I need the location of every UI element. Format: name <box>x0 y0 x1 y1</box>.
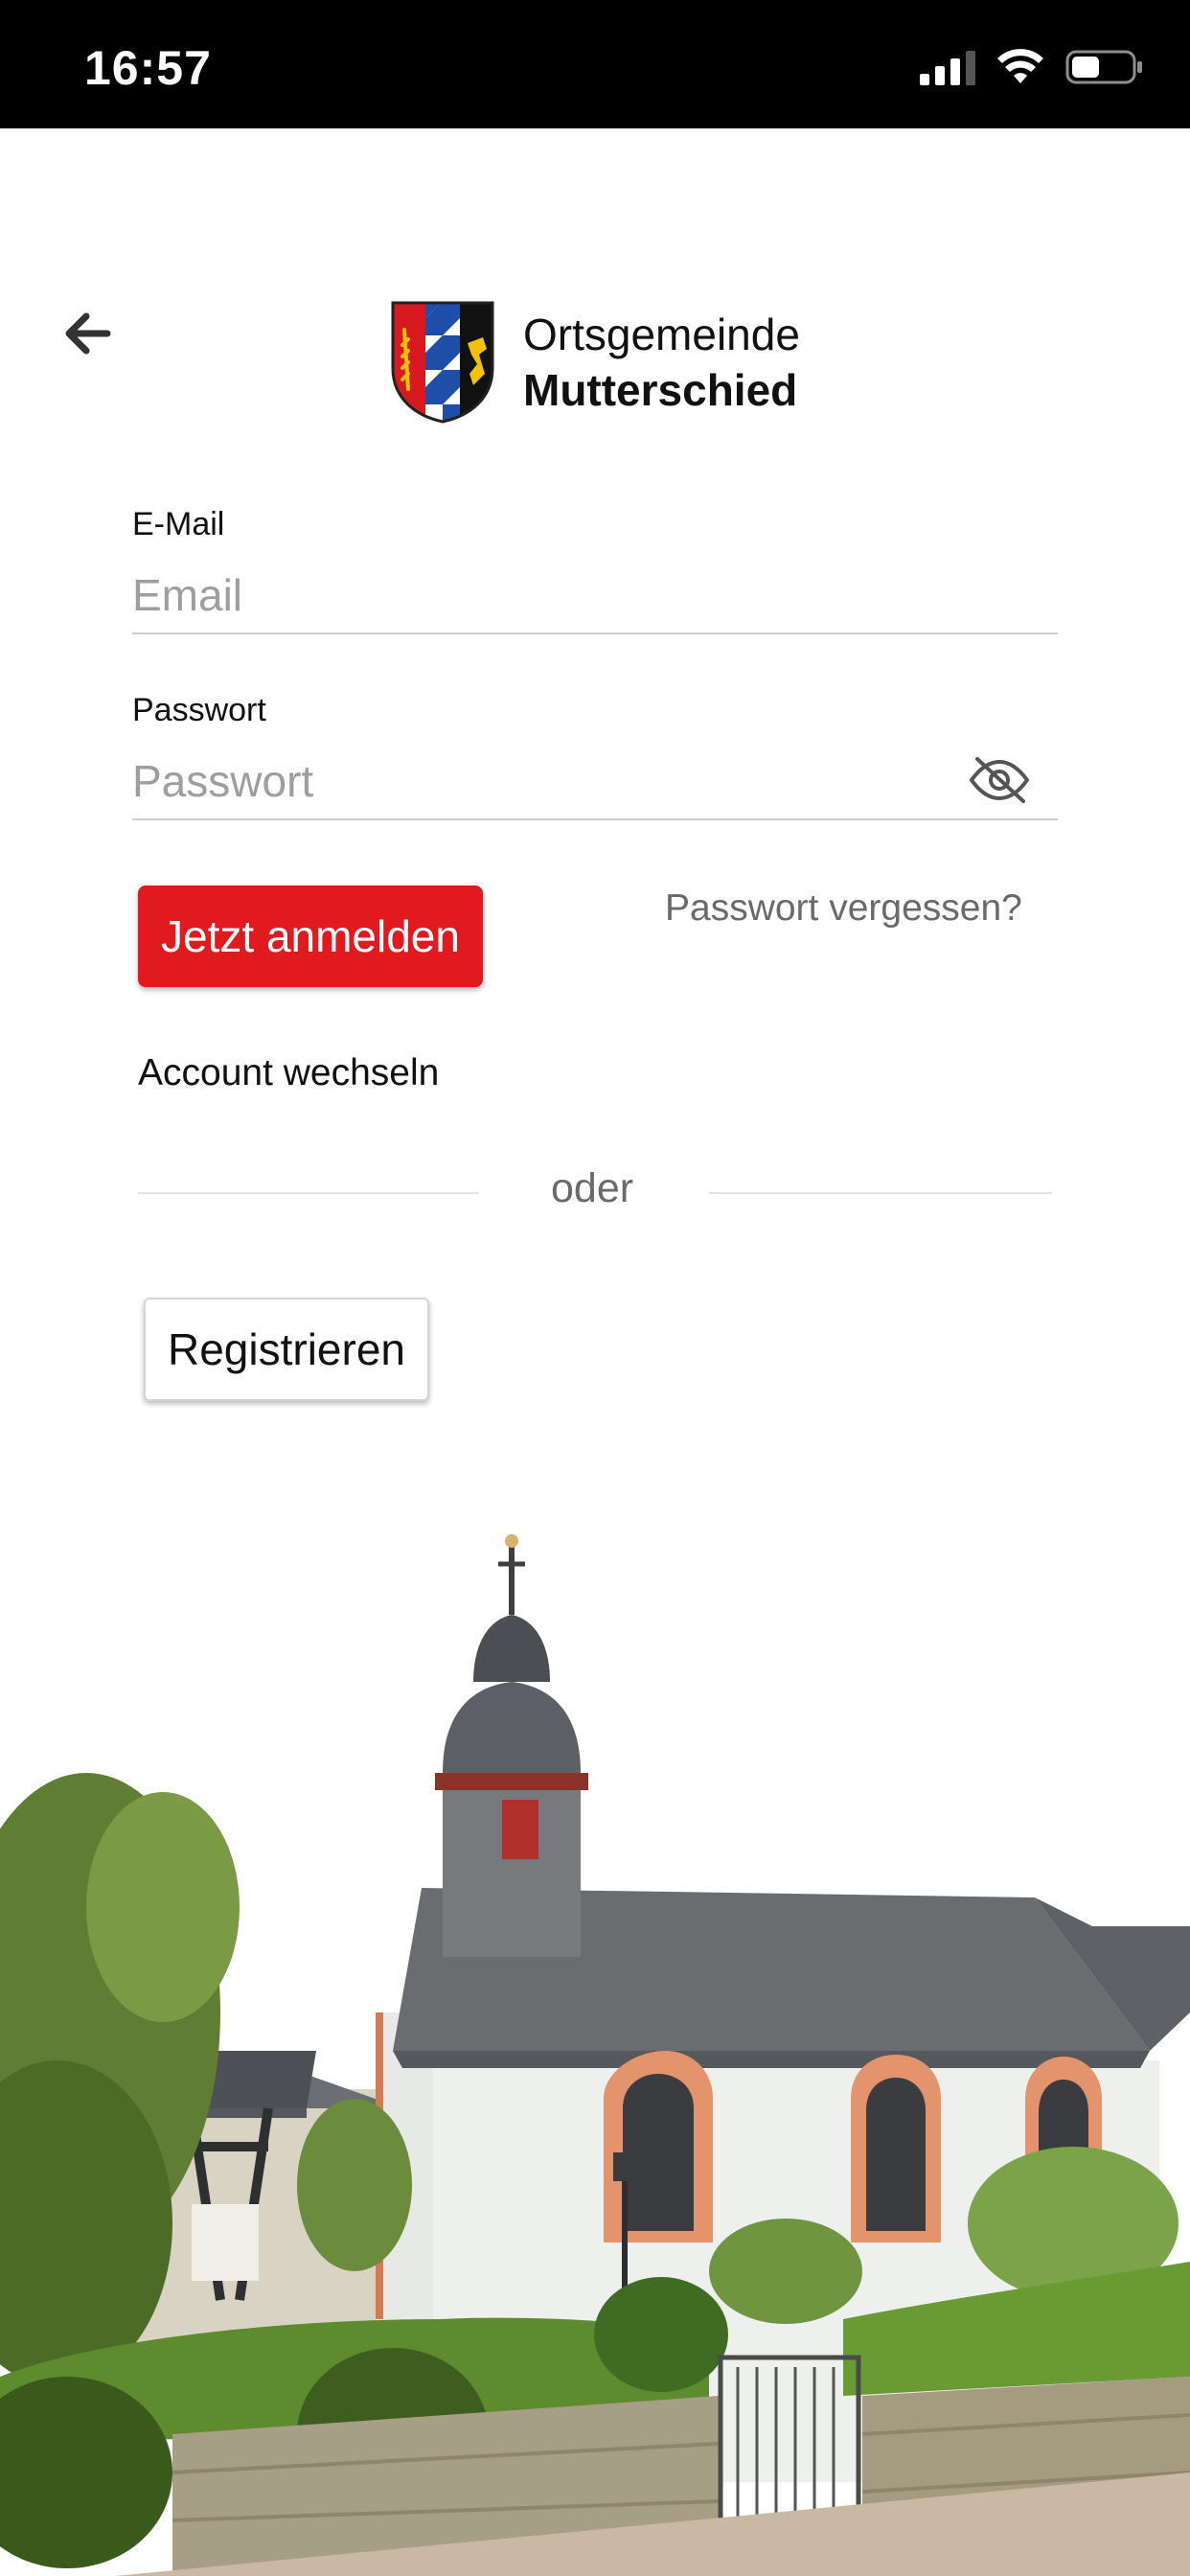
divider-left <box>138 1192 479 1194</box>
switch-account-link[interactable]: Account wechseln <box>138 1052 439 1094</box>
register-button[interactable]: Registrieren <box>144 1298 429 1401</box>
status-icons <box>920 48 1144 86</box>
email-input[interactable] <box>132 558 1058 634</box>
password-label: Passwort <box>132 692 266 728</box>
battery-icon <box>1065 50 1142 84</box>
signal-icon <box>920 49 975 85</box>
coat-of-arms-icon <box>391 301 494 424</box>
divider-text: oder <box>551 1165 634 1211</box>
wifi-icon <box>997 49 1043 83</box>
logo-subtitle: Mutterschied <box>523 365 798 415</box>
forgot-password-link[interactable]: Passwort vergessen? <box>665 887 1022 930</box>
status-bar: 16:57 <box>0 0 1190 128</box>
password-input[interactable] <box>132 744 1058 820</box>
app-logo: Ortsgemeinde Mutterschied <box>391 301 800 424</box>
login-button[interactable]: Jetzt anmelden <box>138 886 483 987</box>
logo-title: Ortsgemeinde <box>523 310 800 359</box>
arrow-left-icon[interactable] <box>57 305 115 362</box>
church-image <box>0 1476 1190 2576</box>
divider-right <box>709 1192 1052 1194</box>
eye-slash-icon[interactable] <box>968 755 1031 805</box>
status-time: 16:57 <box>84 41 212 95</box>
email-label: E-Mail <box>132 506 225 542</box>
